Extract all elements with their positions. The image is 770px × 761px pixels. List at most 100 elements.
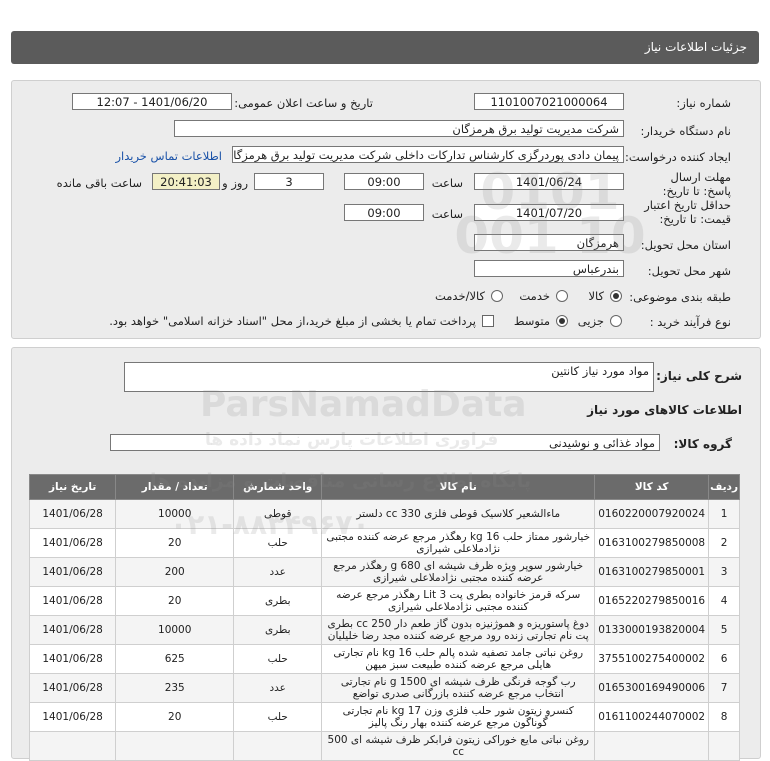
cell-quantity: 20 [115, 528, 235, 558]
table-row[interactable]: 8 0161100244070002 کنسرو زیتون شور حلب فلز… [28, 702, 740, 732]
cell-goods-code: 0163100279850001 [594, 557, 710, 587]
cell-need-date: 1401/06/28 [28, 586, 117, 616]
creator-label: ایجاد کننده درخواست: [625, 150, 731, 164]
cell-goods-code: 0160220007920024 [594, 499, 710, 529]
category-radio-goods-service[interactable] [491, 290, 503, 302]
cell-quantity [115, 731, 235, 761]
table-row[interactable]: 5 0133000193820004 دوغ پاستوریزه و هموژنیز… [28, 615, 740, 645]
process-option-minor: جزیی [577, 314, 604, 328]
cell-goods-name: روغن نباتی جامد تصفیه شده پالم حلب 16 kg… [321, 644, 596, 674]
col-qty-header: تعداد / مقدار [115, 474, 235, 500]
province-label: استان محل تحویل: [640, 238, 731, 252]
process-radio-minor[interactable] [610, 315, 622, 327]
table-row[interactable]: 2 0163100279850008 خیارشور ممتاز حلب 16 kg… [28, 528, 740, 558]
cell-goods-name: خیارشور سوپر ویژه ظرف شیشه ای 680 g رهگذ… [321, 557, 596, 587]
cell-goods-name: کنسرو زیتون شور حلب فلزی وزن 17 kg نام ت… [321, 702, 596, 732]
col-row-header: ردیف [708, 474, 740, 500]
goods-table: ردیف کد کالا نام کالا واحد شمارش تعداد /… [28, 474, 740, 761]
table-row[interactable]: 4 0165220279850016 سرکه قرمز خانواده بطری … [28, 586, 740, 616]
cell-row-number: 6 [708, 644, 740, 674]
cell-row-number: 4 [708, 586, 740, 616]
cell-need-date [28, 731, 117, 761]
cell-unit: حلب [233, 528, 323, 558]
cell-need-date: 1401/06/28 [28, 499, 117, 529]
remaining-time-field: 20:41:03 [152, 173, 220, 190]
table-header-row: ردیف کد کالا نام کالا واحد شمارش تعداد /… [28, 474, 740, 500]
table-row[interactable]: 3 0163100279850001 خیارشور سوپر ویژه ظرف ش… [28, 557, 740, 587]
city-field[interactable]: بندرعباس [474, 260, 624, 277]
table-row[interactable]: 6 3755100275400002 روغن نباتی جامد تصفیه ش… [28, 644, 740, 674]
cell-need-date: 1401/06/28 [28, 615, 117, 645]
announce-date-field[interactable]: 1401/06/20 - 12:07 [72, 93, 232, 110]
col-date-header: تاریخ نیاز [28, 474, 117, 500]
cell-row-number: 5 [708, 615, 740, 645]
cell-need-date: 1401/06/28 [28, 557, 117, 587]
cell-quantity: 235 [115, 673, 235, 703]
goods-group-field[interactable]: مواد غذائی و نوشیدنی [110, 434, 660, 451]
cell-unit: قوطی [233, 499, 323, 529]
cell-goods-code [594, 731, 710, 761]
deadline-date-field[interactable]: 1401/06/24 [474, 173, 624, 190]
days-field[interactable]: 3 [254, 173, 324, 190]
table-row[interactable]: 1 0160220007920024 ماءالشعیر کلاسیک قوطی ف… [28, 499, 740, 529]
cell-need-date: 1401/06/28 [28, 673, 117, 703]
page-title: جزئیات اطلاعات نیاز [644, 40, 747, 54]
category-radio-goods[interactable] [610, 290, 622, 302]
cell-quantity: 20 [115, 586, 235, 616]
goods-group-label: گروه کالا: [673, 437, 732, 451]
col-unit-header: واحد شمارش [233, 474, 323, 500]
process-label: نوع فرآیند خرید : [649, 315, 731, 329]
cell-goods-name: دوغ پاستوریزه و هموژنیزه بدون گاز طعم دا… [321, 615, 596, 645]
cell-row-number: 3 [708, 557, 740, 587]
deadline-time-field[interactable]: 09:00 [344, 173, 424, 190]
cell-goods-name: روغن نباتی مایع خوراکی زیتون فرابکر ظرف … [321, 731, 596, 761]
days-label: روز و [222, 176, 248, 190]
page-header: جزئیات اطلاعات نیاز [11, 31, 759, 64]
need-number-field[interactable]: 1101007021000064 [474, 93, 624, 110]
cell-unit: عدد [233, 673, 323, 703]
process-radio-medium[interactable] [556, 315, 568, 327]
cell-goods-name: خیارشور ممتاز حلب 16 kg رهگذر مرجع عرضه … [321, 528, 596, 558]
need-description-label: شرح کلی نیاز: [656, 369, 742, 383]
deadline-label: مهلت ارسال پاسخ: تا تاریخ: [662, 170, 731, 198]
cell-row-number [708, 731, 740, 761]
category-label: طبقه بندی موضوعی: [629, 290, 731, 304]
cell-need-date: 1401/06/28 [28, 644, 117, 674]
category-radio-service[interactable] [556, 290, 568, 302]
goods-info-title: اطلاعات کالاهای مورد نیاز [587, 403, 742, 417]
treasury-payment-checkbox[interactable] [482, 315, 494, 327]
creator-field[interactable]: پیمان دادی پوردرگزی کارشناس تدارکات داخل… [232, 146, 624, 163]
cell-unit: حلب [233, 702, 323, 732]
cell-need-date: 1401/06/28 [28, 702, 117, 732]
cell-quantity: 10000 [115, 499, 235, 529]
cell-row-number: 2 [708, 528, 740, 558]
need-number-label: شماره نیاز: [676, 96, 731, 110]
cell-goods-code: 0163100279850008 [594, 528, 710, 558]
validity-time-field[interactable]: 09:00 [344, 204, 424, 221]
validity-date-field[interactable]: 1401/07/20 [474, 204, 624, 221]
cell-row-number: 1 [708, 499, 740, 529]
cell-quantity: 625 [115, 644, 235, 674]
province-field[interactable]: هرمزگان [474, 234, 624, 251]
cell-quantity: 200 [115, 557, 235, 587]
cell-unit: بطری [233, 586, 323, 616]
cell-need-date: 1401/06/28 [28, 528, 117, 558]
col-code-header: کد کالا [594, 474, 710, 500]
cell-goods-name: سرکه قرمز خانواده بطری پت 3 Lit رهگذر مر… [321, 586, 596, 616]
cell-goods-name: رب گوجه فرنگی ظرف شیشه ای 1500 g نام تجا… [321, 673, 596, 703]
table-row[interactable]: 7 0165300169490006 رب گوجه فرنگی ظرف شیشه … [28, 673, 740, 703]
cell-goods-name: ماءالشعیر کلاسیک قوطی فلزی 330 cc دلستر [321, 499, 596, 529]
buyer-contact-link[interactable]: اطلاعات تماس خریدار [115, 149, 222, 163]
cell-row-number: 7 [708, 673, 740, 703]
table-row[interactable]: روغن نباتی مایع خوراکی زیتون فرابکر ظرف … [28, 731, 740, 761]
validity-label: حداقل تاریخ اعتبار قیمت: تا تاریخ: [644, 198, 731, 226]
cell-unit: عدد [233, 557, 323, 587]
cell-goods-code: 0165220279850016 [594, 586, 710, 616]
cell-goods-code: 0161100244070002 [594, 702, 710, 732]
need-description-field[interactable]: مواد مورد نیاز کانتین [124, 362, 654, 392]
remaining-label: ساعت باقی مانده [56, 176, 142, 190]
category-option-goods: کالا [588, 289, 604, 303]
buyer-field[interactable]: شرکت مدیریت تولید برق هرمزگان [174, 120, 624, 137]
buyer-label: نام دستگاه خریدار: [640, 124, 731, 138]
deadline-time-label: ساعت [431, 176, 463, 190]
